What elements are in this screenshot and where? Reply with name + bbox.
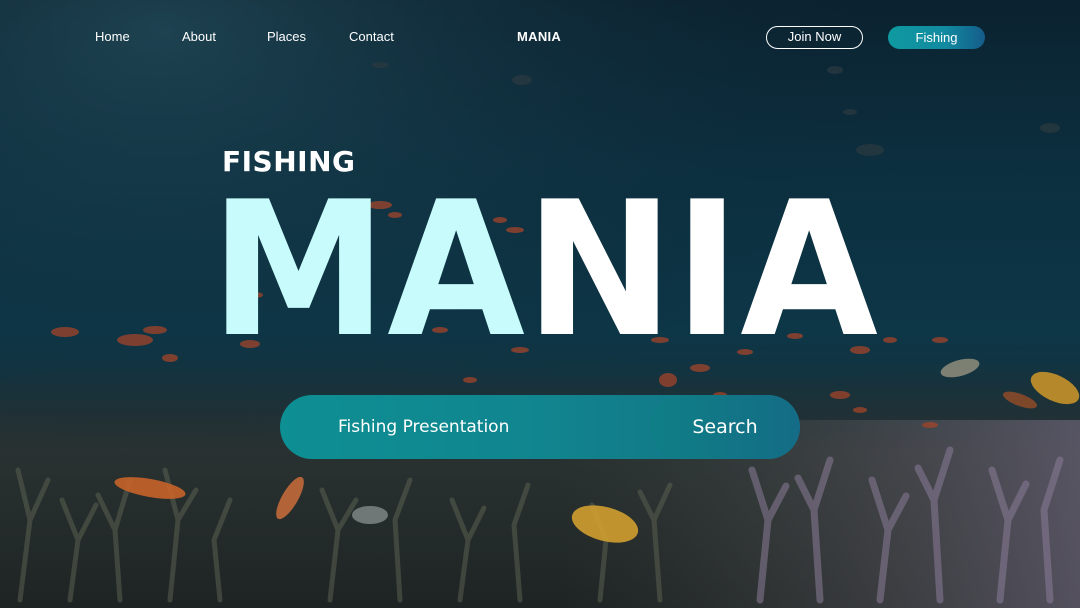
nav-link-about[interactable]: About [182,29,216,45]
nav-link-places[interactable]: Places [267,29,306,45]
hero-eyebrow: FISHING [222,145,356,178]
nav-link-contact[interactable]: Contact [349,29,394,45]
brand-logo-text[interactable]: MANIA [517,29,561,45]
underwater-background-image [0,0,1080,608]
search-input[interactable] [280,395,660,459]
search-bar: Search [280,395,800,459]
search-button[interactable]: Search [650,395,800,459]
landing-page: Home About Places Contact MANIA Join Now… [0,0,1080,608]
fishing-button[interactable]: Fishing [888,26,985,49]
nav-link-home[interactable]: Home [95,29,130,45]
top-navigation: Home About Places Contact MANIA Join Now… [0,0,1080,76]
join-now-button[interactable]: Join Now [766,26,863,49]
